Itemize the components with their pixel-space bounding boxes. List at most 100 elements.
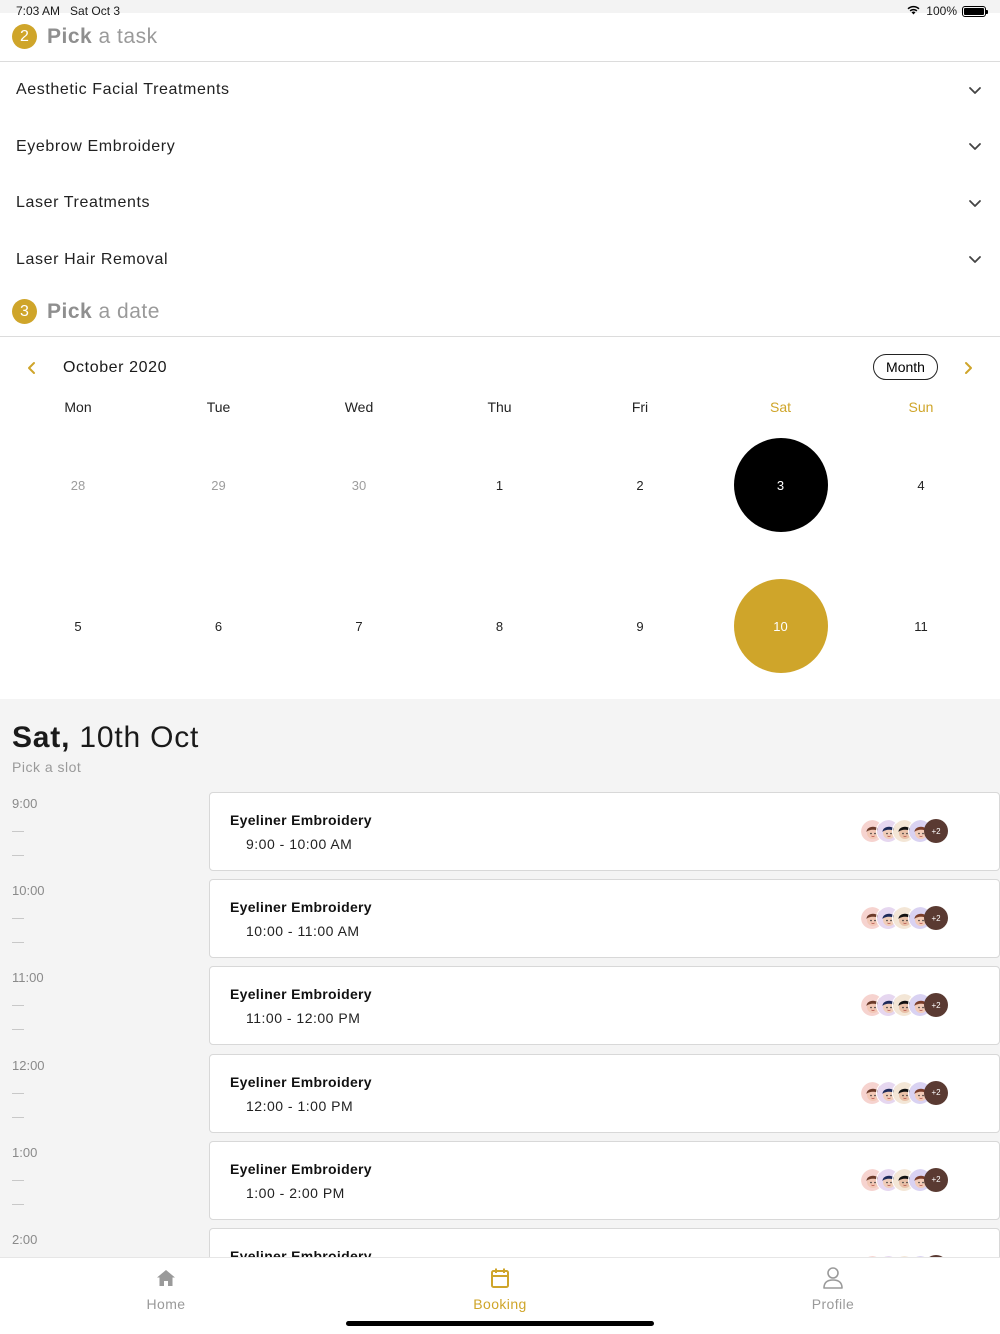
avatar-more-badge: +2 xyxy=(924,1080,948,1105)
slot-card[interactable]: Eyeliner Embroidery 9:00 - 10:00 AM +2 xyxy=(209,792,1000,871)
calendar-day[interactable]: 10 xyxy=(711,556,851,696)
slot-card[interactable]: Eyeliner Embroidery 10:00 - 11:00 AM +2 xyxy=(209,879,1000,959)
slot-card[interactable]: Eyeliner Embroidery xyxy=(209,1228,1000,1259)
slot-time: 12:00 - 1:00 PM xyxy=(246,1097,354,1114)
time-label: 11:00 xyxy=(12,970,44,986)
chevron-down-icon[interactable] xyxy=(966,194,984,212)
calendar-day[interactable]: 11 xyxy=(851,556,991,696)
tab-label: Profile xyxy=(811,1296,855,1312)
avatar-more-badge: +2 xyxy=(924,1167,948,1192)
slot-time: 9:00 - 10:00 AM xyxy=(246,836,353,852)
tab-profile[interactable]: Profile xyxy=(773,1266,893,1312)
time-tick xyxy=(12,1029,24,1031)
calendar-day[interactable]: 5 xyxy=(8,556,148,696)
calendar-day[interactable]: 6 xyxy=(149,556,289,696)
time-tick xyxy=(12,1092,24,1094)
task-label: Laser Hair Removal xyxy=(16,250,169,268)
calendar-day-number: 5 xyxy=(74,618,82,634)
slot-card[interactable]: Eyeliner Embroidery 12:00 - 1:00 PM +2 xyxy=(209,1053,1000,1133)
calendar-day[interactable]: 30 xyxy=(289,415,429,555)
slot-card[interactable]: Eyeliner Embroidery 11:00 - 12:00 PM +2 xyxy=(209,966,1000,1046)
task-label: Laser Treatments xyxy=(16,194,151,211)
task-row[interactable]: Aesthetic Facial Treatments xyxy=(0,62,1000,118)
time-tick xyxy=(12,855,24,856)
time-label: 12:00 xyxy=(12,1057,45,1073)
task-section-header: 2 Pick a task xyxy=(0,12,1000,62)
calendar-day[interactable]: 8 xyxy=(430,556,570,696)
calendar-day-number: 29 xyxy=(211,477,226,493)
calendar-day[interactable]: 1 xyxy=(430,415,570,555)
avatar-more-badge: +2 xyxy=(924,819,948,843)
home-indicator xyxy=(346,1321,654,1326)
section-title: Pick a date xyxy=(47,299,160,323)
slot-time: 1:00 - 2:00 PM xyxy=(246,1184,345,1201)
person-icon xyxy=(821,1266,845,1290)
calendar-day[interactable]: 3 xyxy=(711,415,851,555)
task-row[interactable]: Laser Hair Removal xyxy=(0,232,1000,288)
time-tick xyxy=(12,1116,24,1118)
calendar-day-number: 2 xyxy=(636,477,644,493)
calendar-day-number: 9 xyxy=(636,618,644,634)
slot-title: Eyeliner Embroidery xyxy=(230,986,372,1003)
time-tick xyxy=(12,1179,24,1181)
calendar-day-number: 4 xyxy=(917,477,925,493)
staff-avatar-group: +2 xyxy=(860,819,960,845)
calendar-day-number: 8 xyxy=(495,618,504,634)
chevron-down-icon[interactable] xyxy=(966,251,984,269)
time-label: 10:00 xyxy=(12,883,45,899)
chevron-down-icon[interactable] xyxy=(966,81,984,99)
task-row[interactable]: Eyebrow Embroidery xyxy=(0,119,1000,175)
weekday-label: Sun xyxy=(908,399,934,415)
time-label: 1:00 xyxy=(12,1144,38,1160)
task-label: Eyebrow Embroidery xyxy=(16,137,176,155)
weekday-label: Thu xyxy=(487,399,512,415)
calendar-view-toggle-button[interactable]: Month xyxy=(873,354,938,380)
chevron-left-icon[interactable] xyxy=(22,358,42,378)
task-label: Aesthetic Facial Treatments xyxy=(16,81,230,98)
chevron-down-icon[interactable] xyxy=(966,138,984,156)
time-tick xyxy=(12,1203,24,1205)
calendar-day[interactable]: 7 xyxy=(289,556,429,696)
weekday-label: Mon xyxy=(64,399,92,415)
calendar-day[interactable]: 2 xyxy=(570,415,710,555)
staff-avatar-group: +2 xyxy=(860,1167,960,1194)
time-label: 9:00 xyxy=(12,796,38,811)
calendar-day[interactable]: 29 xyxy=(149,415,289,555)
slot-title: Eyeliner Embroidery xyxy=(230,812,372,828)
tab-home[interactable]: Home xyxy=(106,1266,226,1312)
tab-label: Home xyxy=(146,1296,186,1312)
calendar-day[interactable]: 28 xyxy=(8,415,148,555)
calendar-day[interactable]: 4 xyxy=(851,415,991,555)
step-number: 3 xyxy=(12,299,37,324)
calendar-navigation: October 2020 Month xyxy=(0,352,1000,384)
staff-avatar-group: +2 xyxy=(860,993,960,1019)
time-tick xyxy=(12,831,24,832)
slot-time: 11:00 - 12:00 PM xyxy=(246,1010,361,1027)
weekday-label: Fri xyxy=(631,399,649,415)
selected-day-heading: Sat, 10th Oct xyxy=(12,721,200,754)
slot-title: Eyeliner Embroidery xyxy=(230,1160,372,1177)
calendar-day-number: 10 xyxy=(733,579,828,673)
slot-card[interactable]: Eyeliner Embroidery 1:00 - 2:00 PM +2 xyxy=(209,1140,1000,1220)
time-tick xyxy=(12,1005,24,1007)
calendar-day-number: 30 xyxy=(351,477,367,493)
staff-avatar-group: +2 xyxy=(860,1080,960,1107)
slot-time: 10:00 - 11:00 AM xyxy=(246,923,360,940)
slot-title: Eyeliner Embroidery xyxy=(230,1073,372,1090)
slot-title: Eyeliner Embroidery xyxy=(230,899,372,916)
calendar-day[interactable]: 9 xyxy=(570,556,710,696)
task-row[interactable]: Laser Treatments xyxy=(0,175,1000,231)
weekday-label: Tue xyxy=(206,399,231,415)
chevron-right-icon[interactable] xyxy=(958,358,978,378)
avatar-more-badge: +2 xyxy=(924,906,948,931)
calendar-day-number: 7 xyxy=(355,618,363,634)
weekday-label: Wed xyxy=(344,399,374,415)
calendar-day-number: 28 xyxy=(70,477,86,493)
time-label: 2:00 xyxy=(12,1232,38,1247)
tab-booking[interactable]: Booking xyxy=(440,1266,560,1312)
step-number: 2 xyxy=(12,24,37,49)
slots-area: Sat, 10th Oct Pick a slot 9:00 10:00 11:00… xyxy=(0,699,1000,1259)
weekday-label: Sat xyxy=(769,399,791,415)
calendar-day-number: 11 xyxy=(914,618,928,634)
time-tick xyxy=(12,942,24,944)
